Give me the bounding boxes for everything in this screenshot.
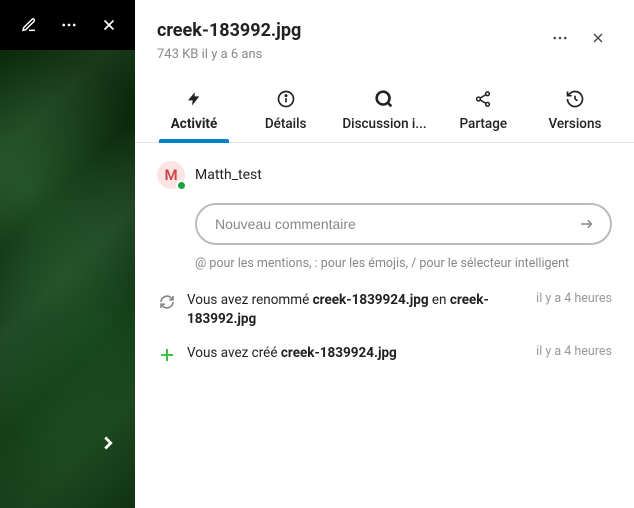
edit-button[interactable] [11, 7, 47, 43]
tabs: Activité Détails Discussion i... Partage… [135, 66, 634, 143]
activity-time: il y a 4 heures [536, 291, 612, 330]
rename-icon [157, 292, 177, 312]
more-menu-button[interactable] [51, 7, 87, 43]
tab-discussion[interactable]: Discussion i... [342, 88, 426, 142]
file-name: creek-183992.jpg [157, 20, 546, 41]
presence-indicator [176, 180, 187, 191]
tab-share[interactable]: Partage [448, 88, 518, 142]
history-icon [565, 88, 585, 110]
create-icon [157, 345, 177, 365]
comment-input-wrapper [195, 203, 612, 245]
details-sidebar: creek-183992.jpg 743 KB il y a 6 ans Act… [135, 0, 634, 508]
author-name: Matth_test [195, 167, 262, 183]
image-viewer-panel [0, 0, 135, 508]
viewer-toolbar [0, 0, 135, 50]
comment-hint: @ pour les mentions, : pour les émojis, … [195, 255, 612, 273]
image-preview [0, 50, 135, 508]
close-sidebar-button[interactable] [584, 24, 612, 52]
sidebar-header: creek-183992.jpg 743 KB il y a 6 ans [135, 0, 634, 66]
tab-details[interactable]: Détails [251, 88, 321, 142]
lightning-icon [186, 88, 202, 110]
activity-text: Vous avez renommé creek-1839924.jpg en c… [187, 291, 524, 330]
tab-label: Partage [460, 116, 508, 132]
avatar: M [157, 161, 185, 189]
search-icon [373, 88, 395, 110]
tab-label: Activité [171, 116, 218, 132]
activity-time: il y a 4 heures [536, 344, 612, 365]
comment-input[interactable] [215, 216, 568, 232]
activity-item: Vous avez créé creek-1839924.jpg il y a … [157, 344, 612, 365]
tab-activity[interactable]: Activité [159, 88, 229, 142]
tab-label: Détails [265, 116, 307, 132]
close-viewer-button[interactable] [91, 7, 127, 43]
info-icon [276, 88, 296, 110]
sidebar-more-button[interactable] [546, 24, 574, 52]
tab-label: Discussion i... [342, 116, 426, 132]
share-icon [474, 88, 492, 110]
tab-versions[interactable]: Versions [540, 88, 610, 142]
next-image-button[interactable] [91, 426, 125, 460]
activity-tab-content: M Matth_test @ pour les mentions, : pour… [135, 143, 634, 508]
comment-author: M Matth_test [157, 161, 612, 189]
activity-text: Vous avez créé creek-1839924.jpg [187, 344, 524, 365]
file-meta: 743 KB il y a 6 ans [157, 47, 546, 62]
submit-comment-button[interactable] [574, 211, 600, 237]
activity-item: Vous avez renommé creek-1839924.jpg en c… [157, 291, 612, 330]
tab-label: Versions [548, 116, 601, 132]
